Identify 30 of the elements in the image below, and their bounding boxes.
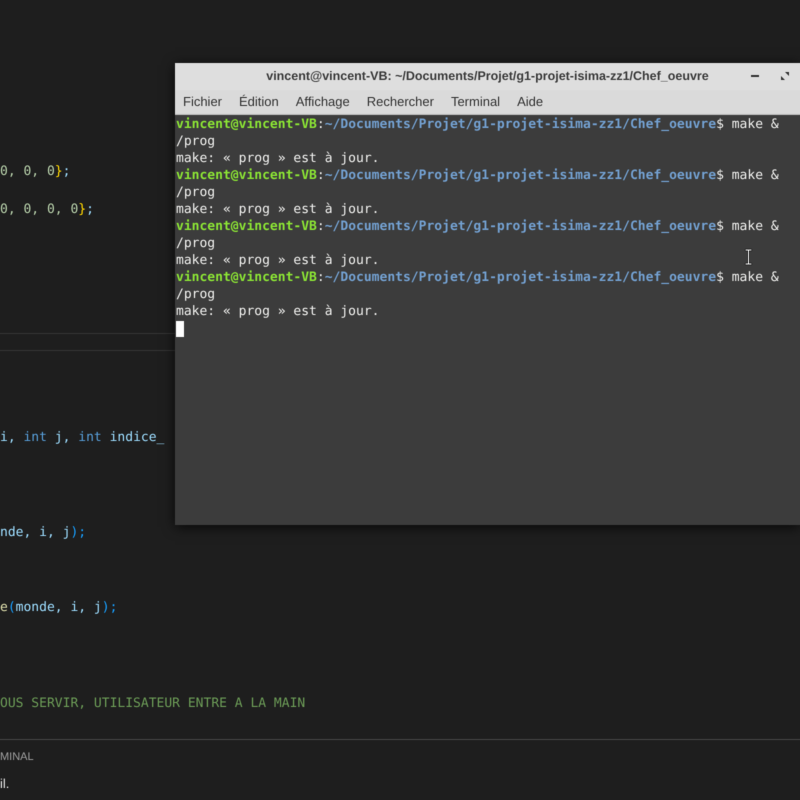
- panel-tab[interactable]: MINAL: [0, 750, 34, 764]
- panel-text: il.: [0, 776, 10, 792]
- terminal-line: make: « prog » est à jour.: [176, 252, 380, 269]
- code-line: 0, 0, 0};: [0, 163, 70, 181]
- code-line: e(monde, i, j);: [0, 599, 118, 617]
- menu-item[interactable]: Rechercher: [360, 92, 441, 112]
- terminal-line: make: « prog » est à jour.: [176, 150, 380, 167]
- maximize-icon[interactable]: [781, 72, 789, 80]
- menu-item[interactable]: Édition: [232, 92, 286, 112]
- terminal-line: make: « prog » est à jour.: [176, 303, 380, 320]
- terminal-line: vincent@vincent-VB:~/Documents/Projet/g1-projet-isima-zz1/Chef_oeuvre$ make &: [176, 218, 779, 235]
- text-cursor: [176, 321, 184, 337]
- code-line: 0, 0, 0, 0};: [0, 201, 94, 219]
- window-title: vincent@vincent-VB: ~/Documents/Projet/g1-projet-isima-zz1/Chef_oeuvre: [266, 68, 709, 86]
- code-line: OUS SERVIR, UTILISATEUR ENTRE A LA MAIN: [0, 695, 306, 713]
- terminal-line: vincent@vincent-VB:~/Documents/Projet/g1-projet-isima-zz1/Chef_oeuvre$ make &: [176, 116, 779, 133]
- terminal-line: make: « prog » est à jour.: [176, 201, 380, 218]
- code-line: nde, i, j);: [0, 524, 86, 542]
- code-line: i, int j, int indice_: [0, 429, 164, 447]
- terminal-line: /prog: [176, 286, 216, 303]
- terminal-line: /prog: [176, 184, 216, 201]
- menu-item[interactable]: Terminal: [444, 92, 508, 112]
- menu-item[interactable]: Affichage: [288, 92, 357, 112]
- terminal-line: /prog: [176, 235, 216, 252]
- menu-item[interactable]: Fichier: [176, 92, 230, 112]
- i-beam-cursor-icon: [745, 249, 752, 265]
- terminal-line: vincent@vincent-VB:~/Documents/Projet/g1-projet-isima-zz1/Chef_oeuvre$ make &: [176, 269, 779, 286]
- menu-item[interactable]: Aide: [510, 92, 550, 112]
- terminal-line: /prog: [176, 133, 216, 150]
- terminal-line: vincent@vincent-VB:~/Documents/Projet/g1-projet-isima-zz1/Chef_oeuvre$ make &: [176, 167, 779, 184]
